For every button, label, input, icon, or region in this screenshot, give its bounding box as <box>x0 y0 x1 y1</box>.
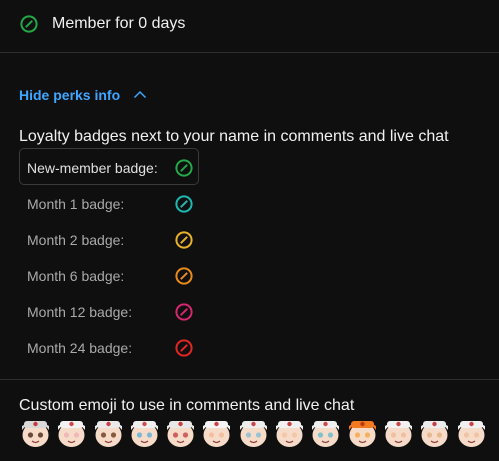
hide-perks-button[interactable]: Hide perks info <box>19 84 148 106</box>
loyalty-badge-row: Month 12 badge: <box>27 301 194 323</box>
custom-emoji-smile-icon[interactable] <box>236 416 270 449</box>
loyalty-badge-label: Month 6 badge: <box>27 268 125 284</box>
custom-emoji-surprised-icon[interactable] <box>309 416 343 449</box>
month-24-badge-icon <box>175 339 193 357</box>
month-2-badge-icon <box>175 231 193 249</box>
loyalty-badge-label: Month 1 badge: <box>27 196 125 212</box>
loyalty-badge-label: Month 12 badge: <box>27 304 133 320</box>
custom-emoji-sunglasses-icon[interactable] <box>19 416 52 449</box>
loyalty-badge-row: New-member badge: <box>27 157 194 179</box>
chevron-up-icon <box>134 90 147 99</box>
month-6-badge-icon <box>175 267 193 285</box>
custom-emoji-wink-icon[interactable] <box>273 416 307 449</box>
new-member-badge-icon <box>175 159 193 177</box>
hide-perks-label: Hide perks info <box>19 87 121 103</box>
loyalty-badge-row: Month 2 badge: <box>27 229 194 251</box>
member-badge-icon <box>20 15 38 33</box>
month-12-badge-icon <box>175 303 193 321</box>
custom-emoji-laugh-icon[interactable] <box>200 416 234 449</box>
custom-emoji-blush-icon[interactable] <box>55 416 89 449</box>
loyalty-badge-row: Month 6 badge: <box>27 265 194 287</box>
loyalty-badges-title: Loyalty badges next to your name in comm… <box>19 128 449 145</box>
custom-emoji-chibi-icon[interactable] <box>345 416 379 449</box>
custom-emoji-tongue-icon[interactable] <box>381 416 415 449</box>
custom-emoji-calm-icon[interactable] <box>454 416 488 449</box>
divider <box>0 52 499 53</box>
custom-emoji-grin-icon[interactable] <box>91 416 125 449</box>
divider <box>0 379 499 380</box>
custom-emoji-list <box>19 416 491 449</box>
custom-emoji-angry-icon[interactable] <box>164 416 198 449</box>
loyalty-badge-row: Month 1 badge: <box>27 193 194 215</box>
month-1-badge-icon <box>175 195 193 213</box>
membership-status: Member for 0 days <box>19 12 185 36</box>
custom-emoji-cry-icon[interactable] <box>127 416 161 449</box>
loyalty-badge-row: Month 24 badge: <box>27 337 194 359</box>
membership-status-text: Member for 0 days <box>52 15 186 32</box>
custom-emoji-happy-icon[interactable] <box>418 416 452 449</box>
custom-emoji-title: Custom emoji to use in comments and live… <box>19 397 355 414</box>
loyalty-badge-label: New-member badge: <box>27 160 158 176</box>
loyalty-badge-label: Month 24 badge: <box>27 340 133 356</box>
loyalty-badge-label: Month 2 badge: <box>27 232 125 248</box>
